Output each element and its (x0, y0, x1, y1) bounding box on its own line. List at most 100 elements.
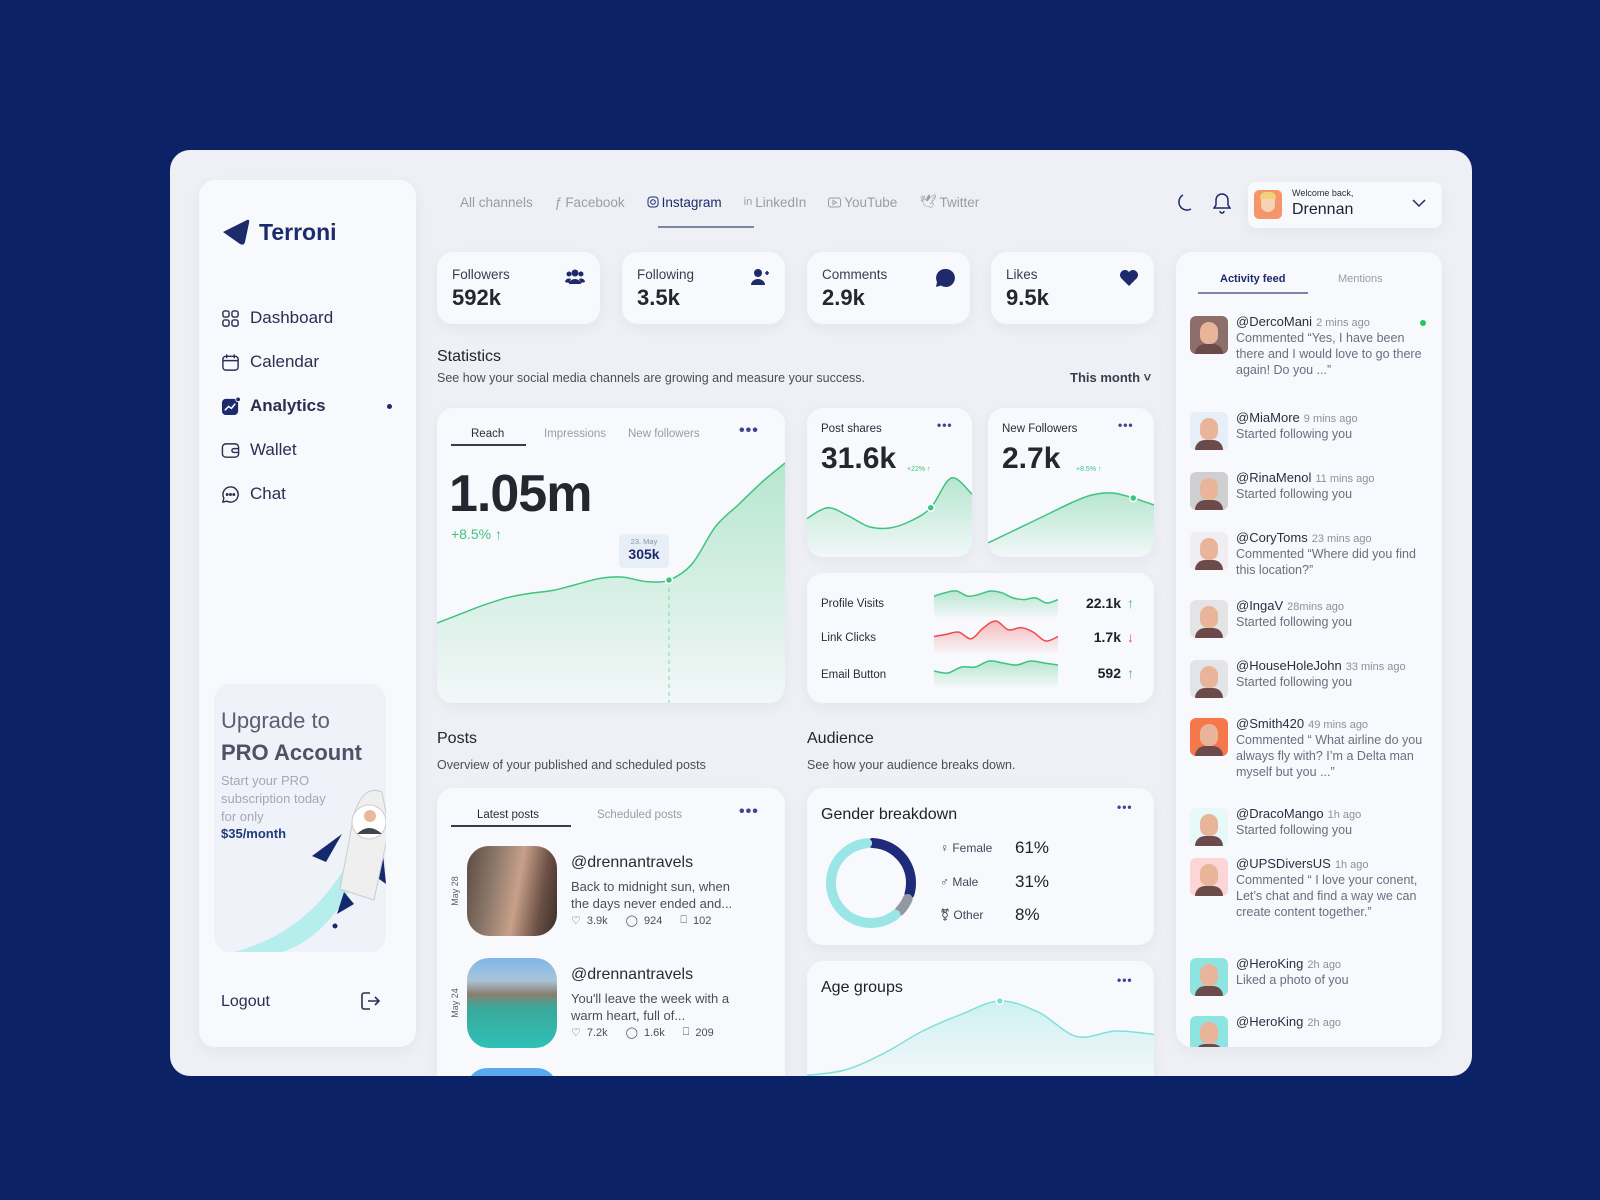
avatar-body (1195, 688, 1223, 698)
activity-time: 9 mins ago (1303, 413, 1358, 425)
chevron-down-icon: ˅ (1140, 370, 1152, 385)
activity-user[interactable]: @DercoMani 2 mins ago (1236, 314, 1370, 329)
analytics-icon (221, 396, 240, 415)
highlight-point[interactable] (995, 996, 1005, 1006)
donut-segment-female[interactable] (821, 833, 921, 933)
user-menu[interactable]: Welcome back, Drennan (1248, 182, 1442, 228)
metric-value: 22.1k ↑ (1086, 595, 1134, 611)
tab-facebook[interactable]: ƒ Facebook (555, 194, 625, 210)
sidebar-item-chat[interactable]: Chat (221, 484, 286, 504)
activity-user[interactable]: @CoryToms 23 mins ago (1236, 530, 1372, 545)
more-options-button[interactable]: ••• (1117, 800, 1133, 814)
users-icon (565, 269, 585, 284)
metric-label: Email Button (821, 669, 887, 681)
activity-user[interactable]: @MiaMore 9 mins ago (1236, 410, 1358, 425)
sidebar-item-analytics[interactable]: Analytics (221, 396, 326, 416)
stat-value: 2.9k (822, 285, 865, 310)
activity-user[interactable]: @UPSDiversUS 1h ago (1236, 856, 1368, 871)
sidebar-item-wallet[interactable]: Wallet (221, 440, 297, 460)
wallet-icon (221, 442, 240, 458)
area-fill (934, 660, 1058, 687)
tab-youtube[interactable]: YouTube (828, 194, 897, 210)
username: @UPSDiversUS (1236, 856, 1331, 871)
activity-user[interactable]: @Smith420 49 mins ago (1236, 716, 1368, 731)
activity-user[interactable]: @IngaV 28mins ago (1236, 598, 1344, 613)
tab-scheduled-posts[interactable]: Scheduled posts (597, 809, 682, 821)
calendar-icon (222, 353, 239, 371)
tab-linkedin[interactable]: in LinkedIn (744, 194, 807, 210)
post-image[interactable] (467, 846, 557, 936)
logout-icon[interactable] (359, 990, 381, 1012)
more-options-button[interactable]: ••• (937, 418, 953, 432)
post-username[interactable]: @drennantravels (571, 966, 693, 984)
avatar (1190, 532, 1228, 570)
sidebar-item-dashboard[interactable]: Dashboard (221, 308, 333, 328)
stat-card-likes[interactable]: Likes 9.5k (991, 252, 1154, 324)
more-options-button[interactable]: ••• (1117, 973, 1133, 987)
stat-card-followers[interactable]: Followers 592k (437, 252, 600, 324)
tab-mentions[interactable]: Mentions (1338, 273, 1383, 285)
post-caption: You'll leave the week with a warm heart,… (571, 991, 730, 1023)
activity-text: Commented “ What airline do you always f… (1236, 733, 1423, 779)
card-title: Gender breakdown (821, 806, 958, 823)
reach-value: 1.05m (449, 465, 592, 523)
avatar-face (1200, 418, 1218, 440)
activity-user[interactable]: @DracoMango 1h ago (1236, 806, 1361, 821)
activity-time: 2h ago (1307, 959, 1342, 971)
card-title: New Followers (1002, 423, 1078, 435)
tab-all-channels[interactable]: All channels (460, 194, 533, 210)
sidebar: Terroni Dashboard Calendar Analytics Wal… (199, 180, 416, 1047)
stat-card-comments[interactable]: Comments 2.9k (807, 252, 970, 324)
tab-activity-feed[interactable]: Activity feed (1220, 273, 1285, 285)
post-item[interactable]: May 28 @drennantravels Back to midnight … (450, 846, 771, 938)
bell-icon[interactable] (1213, 192, 1231, 214)
sidebar-item-calendar[interactable]: Calendar (221, 352, 319, 372)
post-image[interactable] (467, 1068, 557, 1076)
activity-time: 23 mins ago (1311, 533, 1372, 545)
gender-pct: 31% (1015, 872, 1050, 891)
new-followers-card: New Followers ••• 2.7k +8.5% ↑ (988, 408, 1154, 557)
more-options-button[interactable]: ••• (1118, 418, 1134, 432)
sidebar-item-label: Analytics (250, 396, 326, 415)
posts-title: Posts (437, 730, 478, 747)
user-name: Drennan (1292, 201, 1354, 218)
stat-card-following[interactable]: Following 3.5k (622, 252, 785, 324)
logout-label[interactable]: Logout (221, 993, 270, 1011)
likes-count: ♡ 3.9k (571, 914, 608, 928)
brand-logo[interactable]: Terroni (221, 218, 337, 246)
comments-count: ◯ 1.6k (626, 1026, 665, 1040)
moon-icon[interactable] (1177, 193, 1195, 213)
count-text: 102 (692, 914, 712, 927)
post-image[interactable] (467, 958, 557, 1048)
activity-user[interactable]: @HeroKing 2h ago (1236, 956, 1341, 971)
username: @RinaMenol (1236, 470, 1312, 485)
post-username[interactable]: @drennantravels (571, 854, 693, 872)
donut-segment-other[interactable] (821, 833, 921, 933)
upgrade-card[interactable]: Upgrade to PRO Account Start your PRO su… (214, 684, 386, 952)
highlight-point[interactable] (664, 575, 674, 585)
activity-time: 28mins ago (1287, 601, 1345, 613)
tab-instagram[interactable]: Instagram (647, 194, 722, 210)
value-text: 592 (1097, 665, 1121, 681)
age-groups-chart (807, 996, 1154, 1076)
tab-label: Twitter (939, 194, 980, 210)
highlight-point[interactable] (1129, 493, 1138, 503)
statistics-title: Statistics (437, 348, 502, 365)
tab-label: Instagram (661, 194, 722, 210)
activity-time: 11 mins ago (1315, 473, 1375, 485)
period-dropdown[interactable]: This month ˅ (1070, 370, 1151, 385)
activity-user[interactable]: @RinaMenol 11 mins ago (1236, 470, 1374, 485)
email-button-sparkline (934, 660, 1058, 687)
highlight-point[interactable] (926, 503, 935, 512)
post-item[interactable]: May 24 @drennantravels You'll leave the … (450, 958, 771, 1050)
avatar (1190, 600, 1228, 638)
tab-latest-posts[interactable]: Latest posts (477, 809, 539, 821)
tab-twitter[interactable]: 🕊︎ Twitter (919, 194, 979, 210)
stat-label: Likes (1006, 267, 1038, 282)
activity-user[interactable]: @HeroKing 2h ago (1236, 1014, 1341, 1029)
transgender-icon: ⚧ (940, 908, 954, 922)
more-options-button[interactable]: ••• (739, 803, 759, 821)
activity-text: Commented “Yes, I have been there and I … (1236, 331, 1422, 377)
avatar-body (1195, 986, 1223, 996)
activity-user[interactable]: @HouseHoleJohn 33 mins ago (1236, 658, 1406, 673)
